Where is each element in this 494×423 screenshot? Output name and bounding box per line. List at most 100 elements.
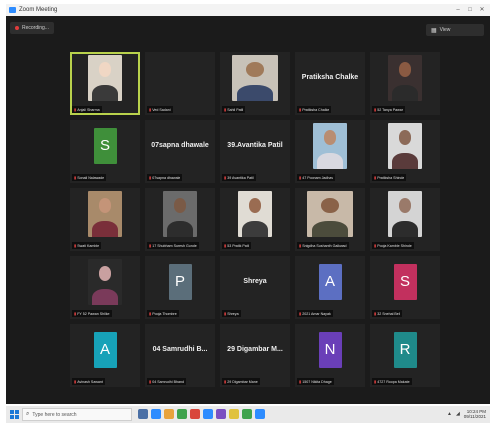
recording-label: Recording... — [22, 25, 49, 31]
windows-start-icon[interactable] — [10, 410, 19, 419]
taskbar-app-icon[interactable] — [216, 409, 226, 419]
participant-tile[interactable]: ▮ FY 52 Pawan Shilke — [70, 256, 140, 319]
recording-dot-icon — [15, 26, 19, 30]
taskbar-app-icon[interactable] — [138, 409, 148, 419]
participant-tile[interactable]: A ▮ Avinash Sawant — [70, 324, 140, 387]
tile-content: P — [145, 256, 215, 307]
participant-tile[interactable]: ▮ 52 Tanya Pawar — [370, 52, 440, 115]
muted-mic-icon: ▮ — [74, 107, 77, 112]
participant-display-name: Shreya — [243, 278, 267, 285]
participant-tile[interactable]: ▮ 17 Shubham Suresh Gunde — [145, 188, 215, 251]
tile-content — [295, 188, 365, 239]
participant-name-tag: ▮ 52 Tanya Pawar — [372, 106, 405, 113]
participant-avatar: S — [93, 127, 117, 164]
participant-tile[interactable]: R ▮ 4727 Roopa Makate — [370, 324, 440, 387]
maximize-icon[interactable]: □ — [464, 4, 476, 16]
network-icon[interactable]: ▲ — [447, 411, 452, 417]
tile-content — [295, 120, 365, 171]
muted-mic-icon: ▮ — [224, 107, 227, 112]
taskbar-app-icon[interactable] — [242, 409, 252, 419]
participant-avatar: P — [168, 263, 192, 300]
muted-mic-icon: ▮ — [149, 311, 152, 316]
participant-tile[interactable]: P ▮ Pooja Thombre — [145, 256, 215, 319]
participant-name: Pooja Thombre — [152, 311, 177, 316]
participant-name: 04 Samrudhi Bhand — [152, 379, 184, 384]
participant-tile[interactable]: ▮ Swati Kamble — [70, 188, 140, 251]
participant-name: Snigdha Sushanth Gaikwad — [302, 243, 347, 248]
participant-tile[interactable]: N ▮ 1507 Nikita Dhage — [295, 324, 365, 387]
taskbar-app-icon[interactable] — [177, 409, 187, 419]
participant-name-tag: ▮ 2021 Amar Nayak — [297, 310, 333, 317]
participant-tile[interactable]: ▮ 53 Pratik Patil — [220, 188, 290, 251]
participant-name: Shreya — [227, 311, 239, 316]
muted-mic-icon: ▮ — [374, 243, 377, 248]
participant-name: 4727 Roopa Makate — [377, 379, 410, 384]
participant-tile[interactable]: Pratiksha Chalke ▮ Pratiksha Chalke — [295, 52, 365, 115]
participant-name-tag: ▮ Shreya — [222, 310, 241, 317]
participant-name-tag: ▮ 07sapna dhawale — [147, 174, 183, 181]
search-icon: ⌕ — [26, 411, 30, 417]
tile-content: A — [70, 324, 140, 375]
participant-name: Pratiksha Shinde — [377, 175, 405, 180]
participant-tile[interactable]: ▮ Ved Sadani — [145, 52, 215, 115]
participant-tile[interactable]: 29 Digambar M... ▮ 29 Digambar Mane — [220, 324, 290, 387]
muted-mic-icon: ▮ — [149, 243, 152, 248]
person-head — [246, 61, 264, 77]
close-icon[interactable]: ✕ — [476, 4, 488, 16]
participant-tile[interactable]: ▮ 47 Poonam Jadhav — [295, 120, 365, 183]
participant-name: 52 Tanya Pawar — [377, 107, 403, 112]
participant-display-name: Pratiksha Chalke — [301, 74, 359, 81]
participant-name-tag: ▮ Ved Sadani — [147, 106, 173, 113]
participant-name: FY 52 Pawan Shilke — [77, 311, 110, 316]
taskbar-app-icon[interactable] — [164, 409, 174, 419]
participant-tile[interactable]: 07sapna dhawale ▮ 07sapna dhawale — [145, 120, 215, 183]
tile-content: 39.Avantika Patil — [220, 120, 290, 171]
pinned-apps — [138, 409, 265, 419]
participant-tile[interactable]: S ▮ 32 Snehal Bell — [370, 256, 440, 319]
taskbar-search-input[interactable]: ⌕ Type here to search — [22, 408, 132, 421]
taskbar-app-icon[interactable] — [255, 409, 265, 419]
window-title: Zoom Meeting — [19, 7, 58, 13]
participant-tile[interactable]: ▮ Anjali Sharma — [70, 52, 140, 115]
participant-tile[interactable]: S ▮ Sonali Nalawade — [70, 120, 140, 183]
participant-name-tag: ▮ Sahil Patil — [222, 106, 246, 113]
participant-tile[interactable]: A ▮ 2021 Amar Nayak — [295, 256, 365, 319]
muted-mic-icon: ▮ — [299, 243, 302, 248]
participant-avatar: S — [393, 263, 417, 300]
participant-name-tag: ▮ FY 52 Pawan Shilke — [72, 310, 112, 317]
taskbar-app-icon[interactable] — [203, 409, 213, 419]
recording-indicator[interactable]: Recording... — [10, 22, 54, 34]
tile-content: A — [295, 256, 365, 307]
participant-name: 29 Digambar Mane — [227, 379, 258, 384]
clock-date: 09/11/2021 — [463, 414, 486, 419]
taskbar-app-icon[interactable] — [229, 409, 239, 419]
person-head — [398, 129, 412, 145]
muted-mic-icon: ▮ — [299, 107, 302, 112]
participant-avatar: A — [93, 331, 117, 368]
participant-name: 39 Avantika Patil — [227, 175, 254, 180]
participant-tile[interactable]: ▮ Pooja Kamble Shinde — [370, 188, 440, 251]
participant-display-name: 07sapna dhawale — [151, 142, 209, 149]
participant-name: 1507 Nikita Dhage — [302, 379, 332, 384]
participant-name-tag: ▮ 17 Shubham Suresh Gunde — [147, 242, 199, 249]
participant-name-tag: ▮ Snigdha Sushanth Gaikwad — [297, 242, 349, 249]
person-body — [316, 152, 344, 169]
minimize-icon[interactable]: – — [452, 4, 464, 16]
participant-tile[interactable]: Shreya ▮ Shreya — [220, 256, 290, 319]
participant-tile[interactable]: 39.Avantika Patil ▮ 39 Avantika Patil — [220, 120, 290, 183]
muted-mic-icon: ▮ — [299, 311, 302, 316]
tile-content: 29 Digambar M... — [220, 324, 290, 375]
participant-video — [163, 190, 197, 237]
view-button[interactable]: ▦ View — [426, 24, 484, 36]
taskbar-app-icon[interactable] — [190, 409, 200, 419]
volume-icon[interactable]: ◢ — [456, 411, 460, 417]
tile-content — [370, 188, 440, 239]
taskbar-clock[interactable]: 10:24 PM 09/11/2021 — [464, 409, 486, 419]
participant-tile[interactable]: 04 Samrudhi B... ▮ 04 Samrudhi Bhand — [145, 324, 215, 387]
participant-tile[interactable]: ▮ Snigdha Sushanth Gaikwad — [295, 188, 365, 251]
person-head — [98, 265, 112, 281]
participant-tile[interactable]: ▮ Pratiksha Shinde — [370, 120, 440, 183]
participant-tile[interactable]: ▮ Sahil Patil — [220, 52, 290, 115]
taskbar-app-icon[interactable] — [151, 409, 161, 419]
title-bar: Zoom Meeting – □ ✕ — [6, 4, 490, 16]
